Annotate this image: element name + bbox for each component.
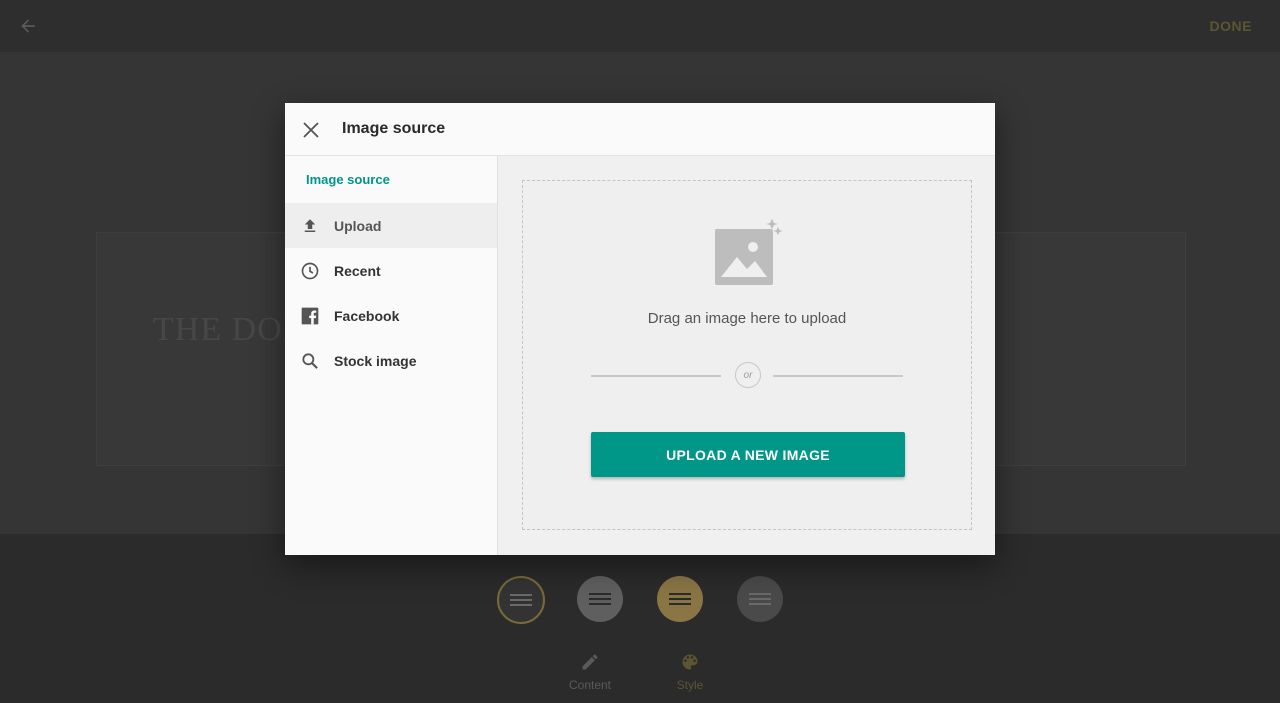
done-button[interactable]: DONE bbox=[1210, 18, 1252, 34]
image-source-dialog: Image source Image source Upload Recent … bbox=[285, 103, 995, 555]
style-option-3[interactable] bbox=[657, 576, 703, 622]
text-lines-icon bbox=[589, 590, 611, 608]
tab-content[interactable]: Content bbox=[560, 652, 620, 692]
clock-icon bbox=[300, 261, 320, 281]
divider-left bbox=[591, 375, 721, 377]
editor-topbar: DONE bbox=[0, 0, 1280, 52]
style-option-4[interactable] bbox=[737, 576, 783, 622]
close-icon bbox=[303, 122, 319, 138]
drag-instruction: Drag an image here to upload bbox=[647, 310, 847, 327]
search-icon bbox=[300, 351, 320, 371]
tab-content-label: Content bbox=[568, 678, 612, 692]
sidebar-heading: Image source bbox=[306, 172, 390, 187]
sidebar-item-label: Upload bbox=[334, 217, 382, 234]
sidebar-item-label: Recent bbox=[334, 262, 381, 279]
editor-bottom-panel: Content Style bbox=[0, 534, 1280, 703]
style-option-2[interactable] bbox=[577, 576, 623, 622]
upload-icon bbox=[300, 216, 320, 236]
or-separator: or bbox=[735, 362, 761, 388]
pencil-icon bbox=[582, 654, 598, 670]
text-lines-icon bbox=[749, 590, 771, 608]
divider-right bbox=[773, 375, 903, 377]
image-sparkle-icon bbox=[713, 219, 783, 287]
dialog-header: Image source bbox=[285, 103, 995, 156]
upload-new-image-button[interactable]: UPLOAD A NEW IMAGE bbox=[591, 432, 905, 477]
image-dropzone[interactable]: Drag an image here to upload or UPLOAD A… bbox=[522, 180, 972, 530]
upload-panel: Drag an image here to upload or UPLOAD A… bbox=[498, 156, 995, 555]
sidebar-item-recent[interactable]: Recent bbox=[285, 248, 497, 293]
palette-icon bbox=[682, 654, 698, 670]
sidebar-item-facebook[interactable]: Facebook bbox=[285, 293, 497, 338]
dialog-title: Image source bbox=[342, 120, 446, 137]
text-lines-icon bbox=[669, 590, 691, 608]
close-button[interactable] bbox=[299, 118, 323, 142]
sidebar-item-label: Facebook bbox=[334, 307, 400, 324]
tab-style-label: Style bbox=[676, 678, 704, 692]
tab-style[interactable]: Style bbox=[660, 652, 720, 692]
sidebar-item-upload[interactable]: Upload bbox=[285, 203, 497, 248]
style-option-1[interactable] bbox=[497, 576, 545, 624]
facebook-icon bbox=[300, 306, 320, 326]
back-arrow-icon[interactable] bbox=[16, 14, 40, 38]
text-lines-icon bbox=[510, 591, 532, 609]
source-sidebar: Image source Upload Recent Facebook Stoc… bbox=[285, 156, 498, 555]
sidebar-item-stock-image[interactable]: Stock image bbox=[285, 338, 497, 383]
sidebar-item-label: Stock image bbox=[334, 352, 417, 369]
